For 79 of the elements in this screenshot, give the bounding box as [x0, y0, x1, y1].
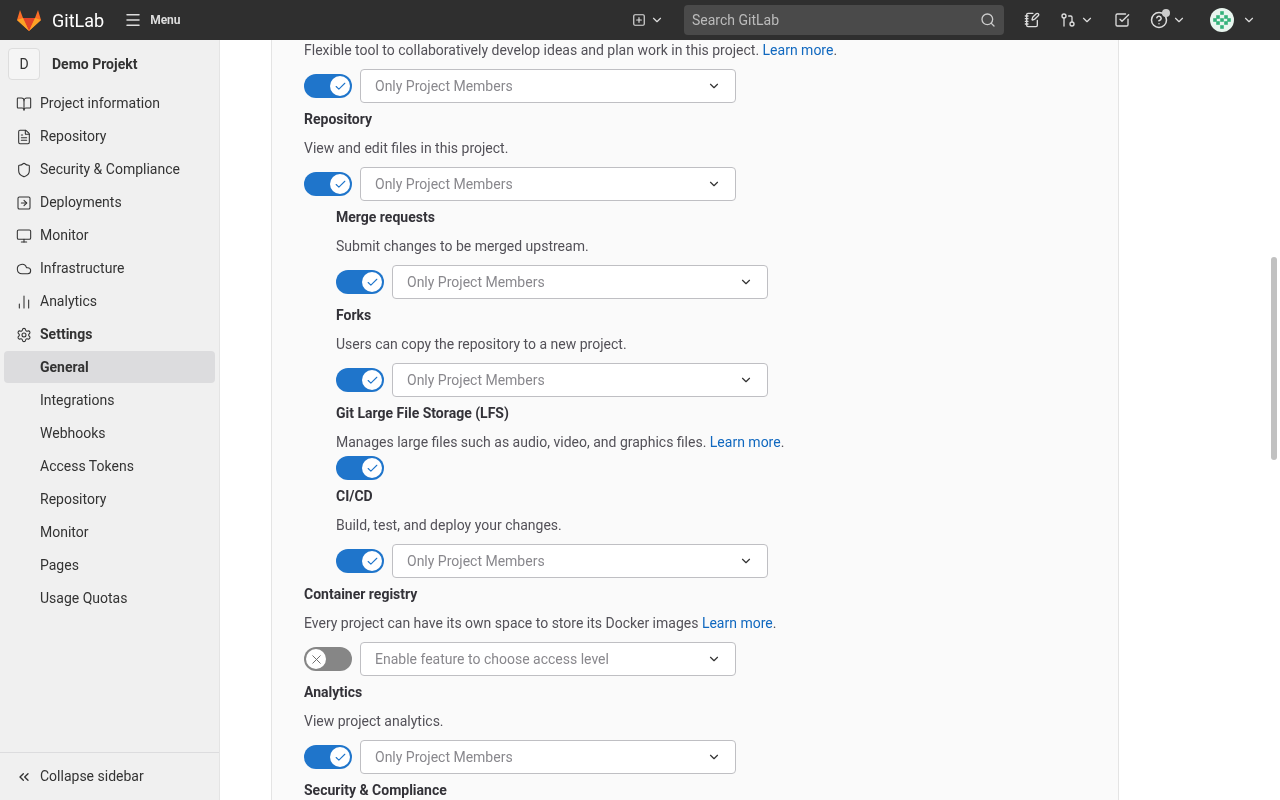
sidebar-subitem[interactable]: Webhooks [4, 417, 215, 449]
sidebar-item[interactable]: Deployments [0, 186, 219, 219]
toggle-switch[interactable] [304, 745, 352, 769]
access-level-select[interactable]: Only Project Members [392, 265, 768, 299]
access-level-select[interactable]: Only Project Members [392, 544, 768, 578]
project-avatar[interactable]: D [8, 48, 40, 80]
sidebar-item[interactable]: Analytics [0, 285, 219, 318]
sidebar-subitem[interactable]: Usage Quotas [4, 582, 215, 614]
deploy-icon [16, 194, 32, 211]
sidebar-subitem[interactable]: Monitor [4, 516, 215, 548]
sidebar-subitem[interactable]: Repository [4, 483, 215, 515]
period-text: . [833, 42, 838, 58]
collapse-sidebar-button[interactable]: Collapse sidebar [0, 752, 219, 800]
user-menu[interactable] [1210, 8, 1256, 32]
menu-button[interactable]: Menu [124, 11, 181, 29]
feature-description: Build, test, and deploy your changes. [336, 517, 562, 533]
plus-square-icon [632, 13, 646, 27]
issues-icon[interactable] [1024, 12, 1040, 28]
book-icon [16, 95, 32, 112]
sidebar-item[interactable]: Project information [0, 87, 219, 120]
feature-description: View and edit files in this project. [304, 140, 509, 156]
toggle-switch[interactable] [304, 647, 352, 671]
feature-description: Users can copy the repository to a new project. [336, 336, 627, 352]
sidebar-item[interactable]: Security & Compliance [0, 153, 219, 186]
sidebar-subitem[interactable]: General [4, 351, 215, 383]
project-name[interactable]: Demo Projekt [52, 53, 138, 75]
document-icon [16, 128, 32, 145]
help-icon [1150, 11, 1168, 29]
search-icon [980, 12, 996, 28]
period-text: . [780, 434, 785, 450]
toggle-switch[interactable] [304, 74, 352, 98]
feature-description: Submit changes to be merged upstream. [336, 238, 589, 254]
merge-requests-dropdown[interactable] [1060, 12, 1094, 28]
feature-description: View project analytics. [304, 713, 444, 729]
feature-description: Flexible tool to collaboratively develop ideas and plan work in this project. [304, 42, 760, 58]
avatar-icon [1210, 8, 1234, 32]
sidebar-subitem[interactable]: Integrations [4, 384, 215, 416]
sidebar-item[interactable]: Infrastructure [0, 252, 219, 285]
hamburger-icon [124, 11, 143, 29]
toggle-switch[interactable] [336, 270, 384, 294]
feature-description: Manages large files such as audio, video, and graphics files. [336, 434, 707, 450]
learn-more-link[interactable]: Learn more [709, 434, 781, 450]
fox-logo-icon[interactable] [16, 8, 42, 32]
toggle-switch[interactable] [304, 172, 352, 196]
monitor-icon [16, 227, 32, 244]
feature-description: Every project can have its own space to store its Docker images [304, 615, 699, 631]
feature-title: Merge requests [336, 208, 436, 227]
feature-title: Git Large File Storage (LFS) [336, 404, 510, 423]
sidebar-item[interactable]: Settings [0, 318, 219, 351]
feature-title: Container registry [304, 585, 419, 604]
sidebar-item[interactable]: Repository [0, 120, 219, 153]
toggle-switch[interactable] [336, 368, 384, 392]
sidebar-subitem[interactable]: Access Tokens [4, 450, 215, 482]
sidebar-subitem[interactable]: Pages [4, 549, 215, 581]
help-dropdown[interactable] [1150, 11, 1186, 29]
sidebar-item[interactable]: Monitor [0, 219, 219, 252]
search-field[interactable]: Search GitLab [684, 5, 1004, 35]
feature-title: Analytics [304, 683, 364, 702]
access-level-select[interactable]: Only Project Members [392, 363, 768, 397]
feature-title: Repository [304, 110, 373, 129]
access-level-select[interactable]: Only Project Members [360, 740, 736, 774]
todo-icon[interactable] [1114, 12, 1130, 28]
learn-more-link[interactable]: Learn more [701, 615, 773, 631]
access-level-select[interactable]: Only Project Members [360, 167, 736, 201]
gear-icon [16, 326, 32, 343]
toggle-switch[interactable] [336, 549, 384, 573]
shield-icon [16, 161, 32, 178]
access-level-select[interactable]: Only Project Members [360, 69, 736, 103]
merge-request-icon [1060, 12, 1076, 28]
new-dropdown[interactable] [632, 13, 664, 27]
logo-text[interactable]: GitLab [52, 6, 105, 34]
feature-title: Forks [336, 306, 373, 325]
toggle-switch[interactable] [336, 456, 384, 480]
feature-title: Security & Compliance [304, 781, 448, 800]
scrollbar-thumb[interactable] [1271, 257, 1277, 460]
access-level-select[interactable]: Enable feature to choose access level [360, 642, 736, 676]
feature-title: CI/CD [336, 487, 374, 506]
bar-chart-icon [16, 293, 32, 310]
period-text: . [772, 615, 777, 631]
